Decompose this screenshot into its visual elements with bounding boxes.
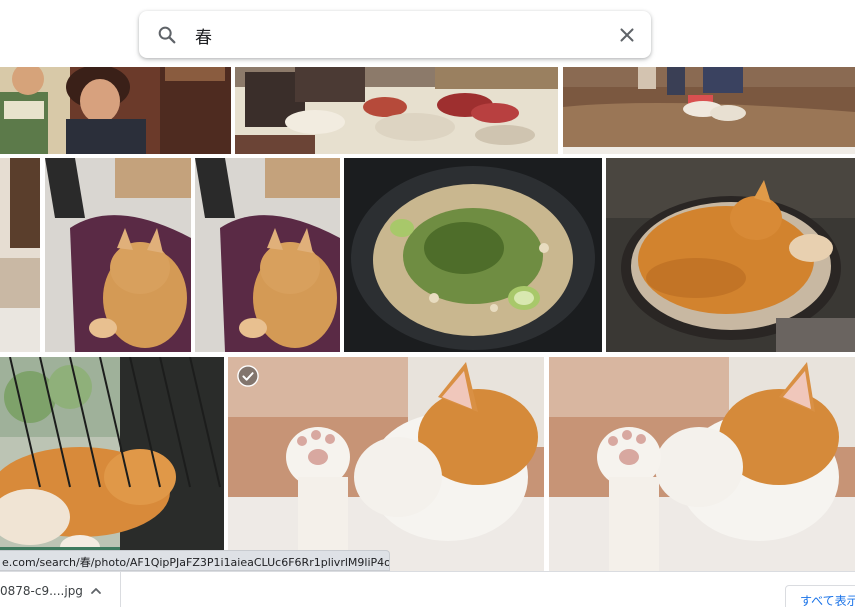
- search-icon[interactable]: [156, 24, 178, 46]
- photo-vintage-family-image: [0, 67, 231, 154]
- photo-vintage-dinner[interactable]: [235, 67, 558, 154]
- photo-cat-curled-bed[interactable]: [606, 158, 855, 352]
- photo-kitchen-partial-image: [0, 158, 40, 352]
- photo-cat-paw-2[interactable]: [549, 357, 855, 571]
- photo-cat-back-1-image: [45, 158, 191, 352]
- photos-search-viewport: 春 e.com/search/春/photo/AF1QipPJaFZ3P1i1a…: [0, 0, 855, 607]
- search-bar[interactable]: 春: [139, 11, 651, 58]
- photo-cat-cage[interactable]: [0, 357, 224, 571]
- photo-cat-cage-image: [0, 357, 224, 571]
- download-item[interactable]: 0878-c9....jpg: [0, 572, 121, 607]
- photo-cat-curled-bed-image: [606, 158, 855, 352]
- download-shelf: 0878-c9....jpg すべて表示: [0, 571, 855, 607]
- photo-vintage-family[interactable]: [0, 67, 231, 154]
- check-circle-icon[interactable]: [237, 365, 259, 387]
- photo-cat-back-1[interactable]: [45, 158, 191, 352]
- show-all-button[interactable]: すべて表示: [785, 585, 855, 607]
- photo-cat-paw-2-image: [549, 357, 855, 571]
- chevron-up-icon[interactable]: [89, 583, 103, 597]
- photo-cat-back-2[interactable]: [195, 158, 340, 352]
- photo-vintage-dinner-image: [235, 67, 558, 154]
- photo-kitchen-partial[interactable]: [0, 158, 40, 352]
- photo-vintage-kids-feet-image: [563, 67, 855, 154]
- photo-cat-paw-1[interactable]: [228, 357, 544, 571]
- photo-cat-back-2-image: [195, 158, 340, 352]
- download-file-name: 0878-c9....jpg: [0, 584, 83, 598]
- photo-cat-paw-1-image: [228, 357, 544, 571]
- close-icon[interactable]: [616, 24, 638, 46]
- search-input[interactable]: 春: [195, 23, 212, 48]
- status-url: e.com/search/春/photo/AF1QipPJaFZ3P1i1aie…: [0, 550, 390, 571]
- photo-vintage-kids-feet[interactable]: [563, 67, 855, 154]
- photo-soup-bowl[interactable]: [344, 158, 602, 352]
- photo-soup-bowl-image: [344, 158, 602, 352]
